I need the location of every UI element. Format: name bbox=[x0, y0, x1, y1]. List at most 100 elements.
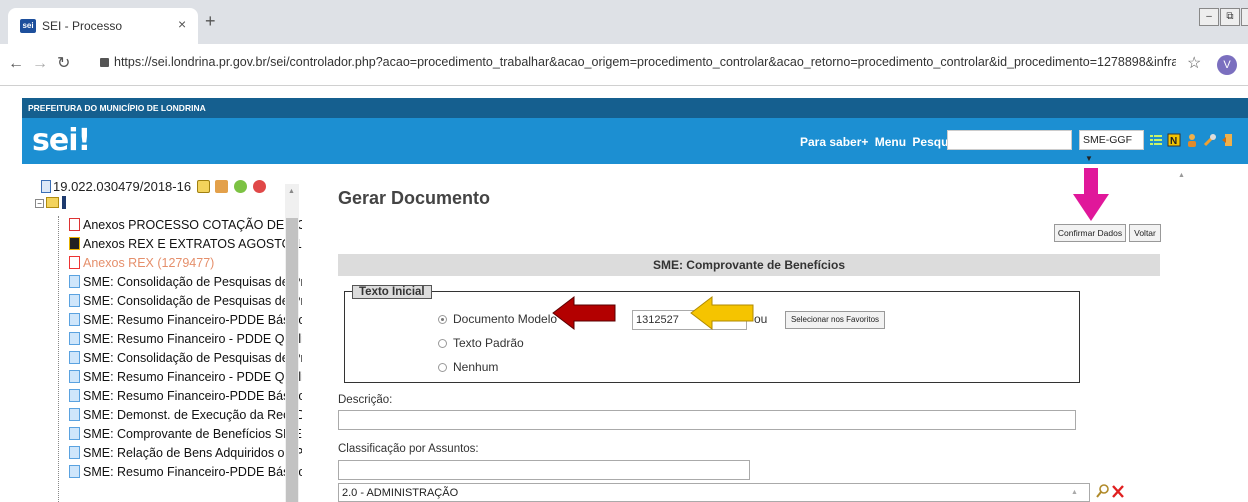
tree-item[interactable]: SME: Resumo Financeiro-PDDE Básico/In bbox=[69, 387, 302, 405]
assunto-item[interactable]: 2.0 - ADMINISTRAÇÃO bbox=[342, 487, 458, 499]
tree-item[interactable]: Anexos REX (1279477) bbox=[69, 254, 214, 272]
external-doc-icon bbox=[69, 237, 80, 250]
tree-item[interactable]: SME: Consolidação de Pesquisas de Preç bbox=[69, 273, 302, 291]
profile-avatar[interactable]: V bbox=[1217, 55, 1237, 75]
tree-item[interactable]: SME: Relação de Bens Adquiridos ou Prod bbox=[69, 444, 302, 462]
yellow-left-arrow-icon bbox=[690, 296, 754, 330]
tools-icon[interactable] bbox=[1203, 133, 1217, 147]
classificacao-input[interactable] bbox=[338, 460, 750, 480]
pdf-icon bbox=[69, 218, 80, 231]
document-icon bbox=[69, 332, 80, 345]
new-tab-icon[interactable]: + bbox=[205, 12, 216, 30]
document-icon bbox=[69, 294, 80, 307]
process-number: 19.022.030479/2018-16 bbox=[53, 179, 192, 194]
bookmark-star-icon[interactable]: ☆ bbox=[1187, 53, 1201, 73]
tab-close-icon[interactable]: × bbox=[178, 16, 186, 32]
logout-icon[interactable] bbox=[1221, 133, 1235, 147]
assuntos-list[interactable]: 2.0 - ADMINISTRAÇÃO bbox=[338, 483, 1090, 502]
red-circle-icon[interactable] bbox=[252, 180, 266, 193]
tree-item[interactable]: SME: Comprovante de Benefícios SME-G bbox=[69, 425, 302, 443]
tree-item[interactable]: SME: Resumo Financeiro-PDDE Básico/In bbox=[69, 463, 302, 481]
document-icon bbox=[69, 370, 80, 383]
classificacao-label: Classificação por Assuntos: bbox=[338, 443, 479, 455]
texto-inicial-legend: Texto Inicial bbox=[352, 285, 432, 299]
select-favorites-button[interactable]: Selecionar nos Favoritos bbox=[785, 311, 885, 329]
folder-icon bbox=[46, 197, 59, 208]
tree-branch-line bbox=[58, 216, 59, 502]
reload-icon[interactable]: ↻ bbox=[57, 55, 70, 73]
restore-window-icon[interactable]: ⧉ bbox=[1220, 8, 1240, 26]
process-tree: 19.022.030479/2018-16 − Anexos PROCESSO … bbox=[22, 164, 302, 502]
unit-select-value: SME-GGF bbox=[1083, 134, 1132, 146]
document-icon bbox=[69, 351, 80, 364]
page-title: Gerar Documento bbox=[338, 188, 491, 208]
tree-item[interactable]: Anexos REX E EXTRATOS AGOSTO/18 A bbox=[69, 235, 302, 253]
cancelled-doc-icon bbox=[69, 256, 80, 269]
tree-item[interactable]: Anexos PROCESSO COTAÇÃO DE COM bbox=[69, 216, 302, 234]
radio-texto-padrao[interactable]: Texto Padrão bbox=[438, 336, 524, 350]
main-scroll-up-icon[interactable]: ▲ bbox=[1178, 172, 1185, 179]
hand-icon[interactable] bbox=[215, 180, 229, 193]
link-para-saber[interactable]: Para saber+ bbox=[800, 135, 868, 149]
browser-tab[interactable]: sei SEI - Processo × bbox=[8, 8, 198, 44]
document-icon bbox=[69, 427, 80, 440]
tab-title: SEI - Processo bbox=[42, 19, 123, 33]
document-icon bbox=[69, 313, 80, 326]
search-input[interactable] bbox=[947, 130, 1072, 150]
org-name: PREFEITURA DO MUNICÍPIO DE LONDRINA bbox=[28, 103, 206, 113]
user-icon[interactable] bbox=[1185, 133, 1199, 147]
notes-icon[interactable]: N bbox=[1167, 133, 1181, 147]
tree-item[interactable]: SME: Consolidação de Pesquisas de Preç bbox=[69, 292, 302, 310]
unit-select[interactable]: SME-GGF ▼ bbox=[1079, 130, 1144, 163]
link-menu[interactable]: Menu bbox=[875, 135, 906, 149]
descricao-label: Descrição: bbox=[338, 394, 393, 406]
forward-arrow-icon[interactable]: → bbox=[32, 55, 48, 73]
tree-item[interactable]: SME: Consolidação de Pesquisas de Preç bbox=[69, 349, 302, 367]
sei-navbar: sei! Para saber+ Menu Pesquisa SME-GGF ▼… bbox=[22, 118, 1248, 164]
process-header[interactable]: 19.022.030479/2018-16 bbox=[41, 179, 266, 194]
radio-selected-icon bbox=[438, 315, 447, 324]
tree-item[interactable]: SME: Resumo Financeiro - PDDE Qualida bbox=[69, 330, 302, 348]
tree-scrollbar-thumb[interactable] bbox=[286, 218, 298, 502]
descricao-input[interactable] bbox=[338, 410, 1076, 430]
tree-item[interactable]: SME: Demonst. de Execução da Rec. Des bbox=[69, 406, 302, 424]
tree-item[interactable]: SME: Resumo Financeiro-PDDE Básico/In bbox=[69, 311, 302, 329]
sei-favicon-icon: sei bbox=[20, 19, 36, 33]
magenta-down-arrow-icon bbox=[1073, 168, 1109, 221]
back-button[interactable]: Voltar bbox=[1129, 224, 1161, 242]
list-view-icon[interactable] bbox=[1149, 133, 1163, 147]
tree-scrollbar[interactable] bbox=[285, 184, 299, 502]
list-scroll-up-icon[interactable]: ▲ bbox=[1071, 489, 1078, 496]
marker-icon bbox=[62, 196, 66, 209]
radio-icon bbox=[438, 363, 447, 372]
scroll-up-icon[interactable]: ▲ bbox=[288, 188, 295, 195]
sei-logo[interactable]: sei! bbox=[32, 124, 91, 158]
tree-item[interactable]: SME: Resumo Financeiro - PDDE Qualida bbox=[69, 368, 302, 386]
url-field[interactable]: https://sei.londrina.pr.gov.br/sei/contr… bbox=[96, 55, 1176, 73]
browser-tab-bar: sei SEI - Processo × + – ⧉ bbox=[0, 0, 1248, 44]
document-icon bbox=[69, 408, 80, 421]
document-icon bbox=[69, 275, 80, 288]
radio-nenhum[interactable]: Nenhum bbox=[438, 360, 498, 374]
process-icon bbox=[41, 180, 51, 193]
radio-icon bbox=[438, 339, 447, 348]
document-icon bbox=[69, 465, 80, 478]
close-window-icon[interactable] bbox=[1241, 8, 1248, 26]
confirm-button[interactable]: Confirmar Dados bbox=[1054, 224, 1126, 242]
url-text: https://sei.londrina.pr.gov.br/sei/contr… bbox=[114, 55, 1176, 69]
sei-links: Para saber+ Menu Pesquisa bbox=[800, 135, 968, 149]
radio-documento-modelo[interactable]: Documento Modelo bbox=[438, 312, 557, 326]
back-arrow-icon[interactable]: ← bbox=[8, 55, 24, 73]
remove-x-icon[interactable] bbox=[1112, 484, 1124, 498]
main-scrollbar[interactable] bbox=[1174, 164, 1188, 502]
org-banner: PREFEITURA DO MUNICÍPIO DE LONDRINA bbox=[22, 98, 1248, 118]
minimize-window-icon[interactable]: – bbox=[1199, 8, 1219, 26]
green-circle-icon[interactable] bbox=[233, 180, 247, 193]
tree-collapse-icon[interactable]: − bbox=[35, 199, 44, 208]
search-magnifier-icon[interactable] bbox=[1096, 484, 1110, 498]
bold-b-icon[interactable] bbox=[196, 180, 210, 193]
document-icon bbox=[69, 389, 80, 402]
document-icon bbox=[69, 446, 80, 459]
red-left-arrow-icon bbox=[552, 296, 616, 330]
address-bar: ← → ↻ https://sei.londrina.pr.gov.br/sei… bbox=[0, 44, 1248, 86]
